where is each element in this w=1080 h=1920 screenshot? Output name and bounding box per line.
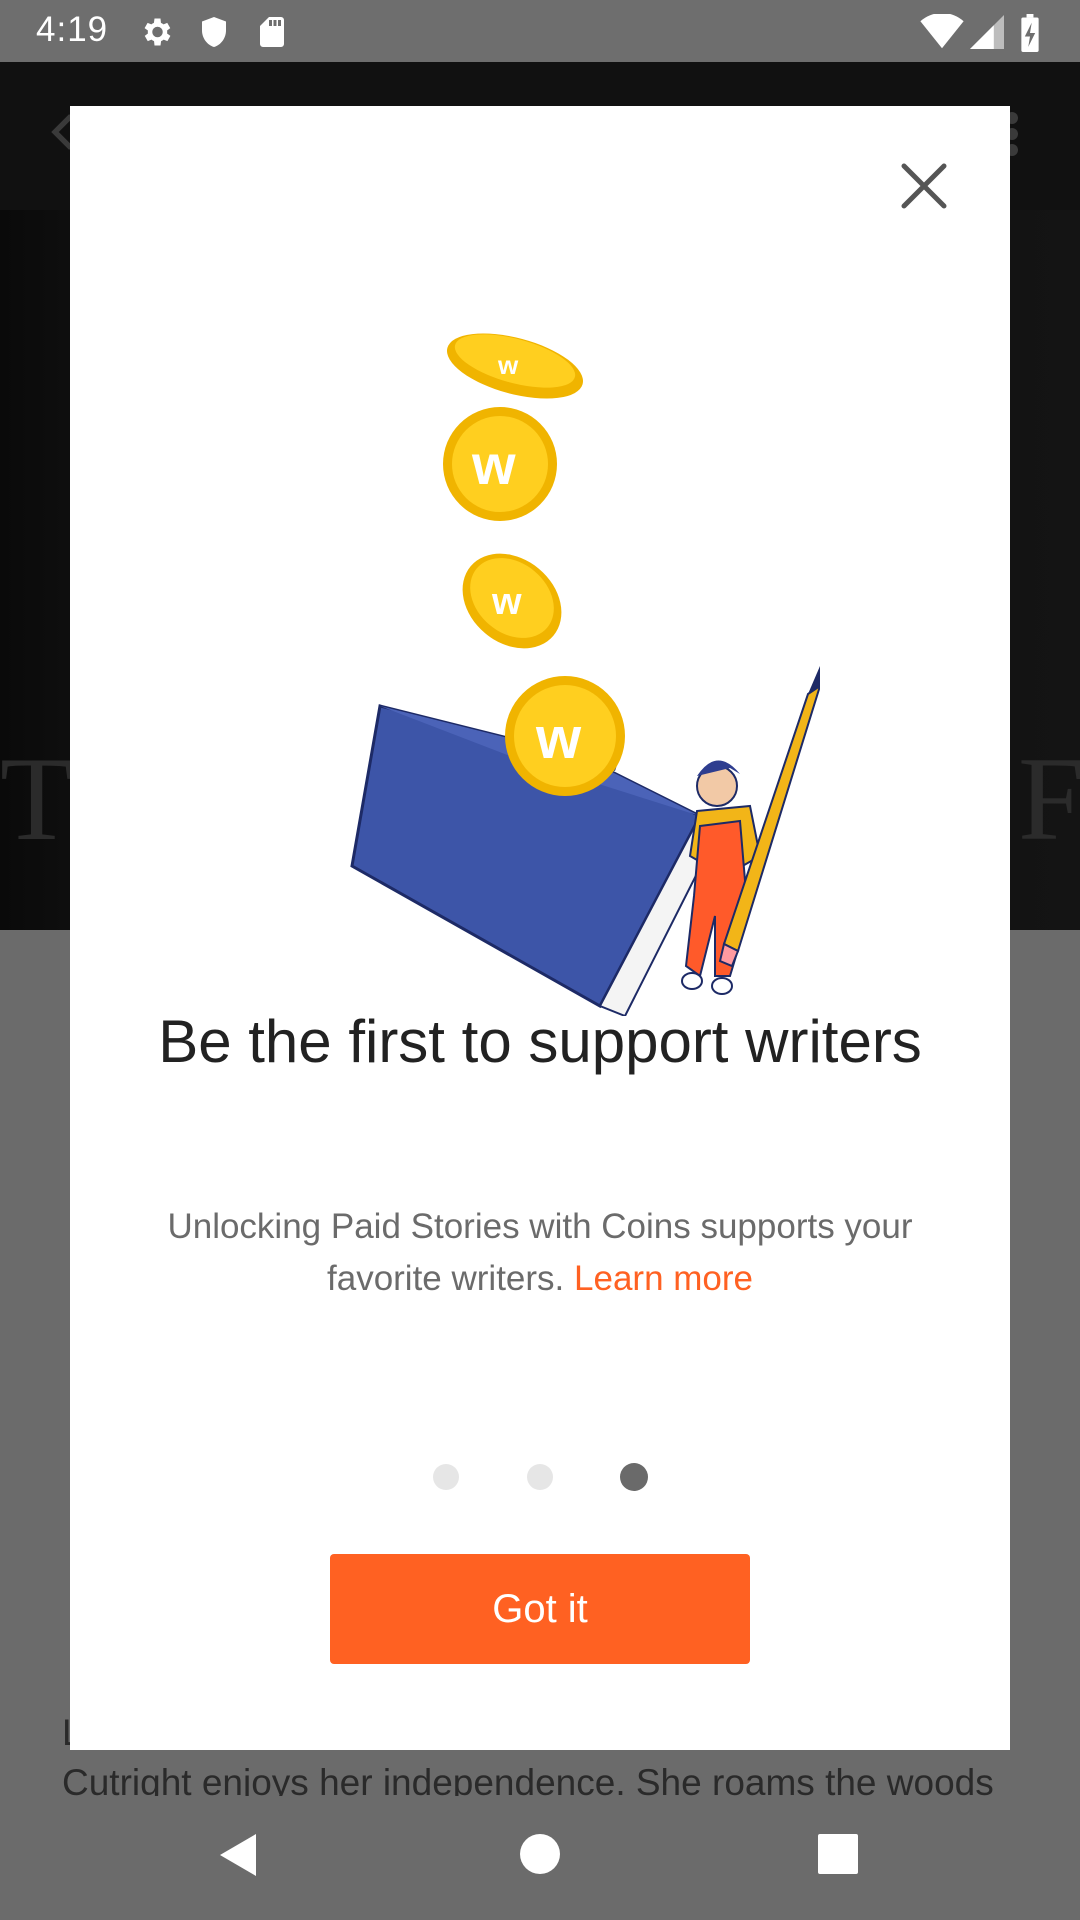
navigation-bar [0,1796,1080,1920]
page-dot[interactable] [433,1464,459,1490]
svg-text:w: w [471,433,516,496]
coin-icon: w [446,333,584,399]
signal-icon [970,15,1004,49]
home-icon[interactable] [518,1832,562,1876]
coins-info-dialog: w w w w Be the first to support writers … [70,106,1010,1750]
dialog-body-text: Unlocking Paid Stories with Coins suppor… [167,1207,913,1298]
dialog-body: Unlocking Paid Stories with Coins suppor… [150,1201,930,1305]
shield-icon [202,17,226,47]
coin-icon: w [462,553,562,649]
status-time: 4:19 [36,10,109,49]
description-line: Cutright enjoys her independence. She ro… [62,1762,994,1796]
coin-icon: w [443,407,557,521]
cover-letter-right: F [1018,732,1080,865]
svg-text:w: w [535,706,582,771]
settings-icon [144,18,171,46]
sd-card-icon [260,17,284,47]
svg-text:w: w [497,350,519,380]
support-writers-illustration: w w w w [350,333,820,1016]
learn-more-link[interactable]: Learn more [574,1259,753,1298]
status-bar: 4:19 [0,0,1080,62]
got-it-button[interactable]: Got it [330,1554,750,1664]
coin-icon: w [505,676,625,796]
recents-icon[interactable] [816,1832,860,1876]
page-indicator [70,1463,1010,1494]
svg-text:w: w [491,581,522,623]
wifi-icon [920,14,964,49]
cover-letter-left: T [0,732,74,865]
page-dot[interactable] [527,1464,553,1490]
battery-charging-icon [1021,14,1039,52]
dialog-title: Be the first to support writers [158,1008,922,1075]
back-icon[interactable] [216,1830,260,1880]
close-icon[interactable] [894,156,954,216]
page-dot-active[interactable] [620,1463,648,1491]
